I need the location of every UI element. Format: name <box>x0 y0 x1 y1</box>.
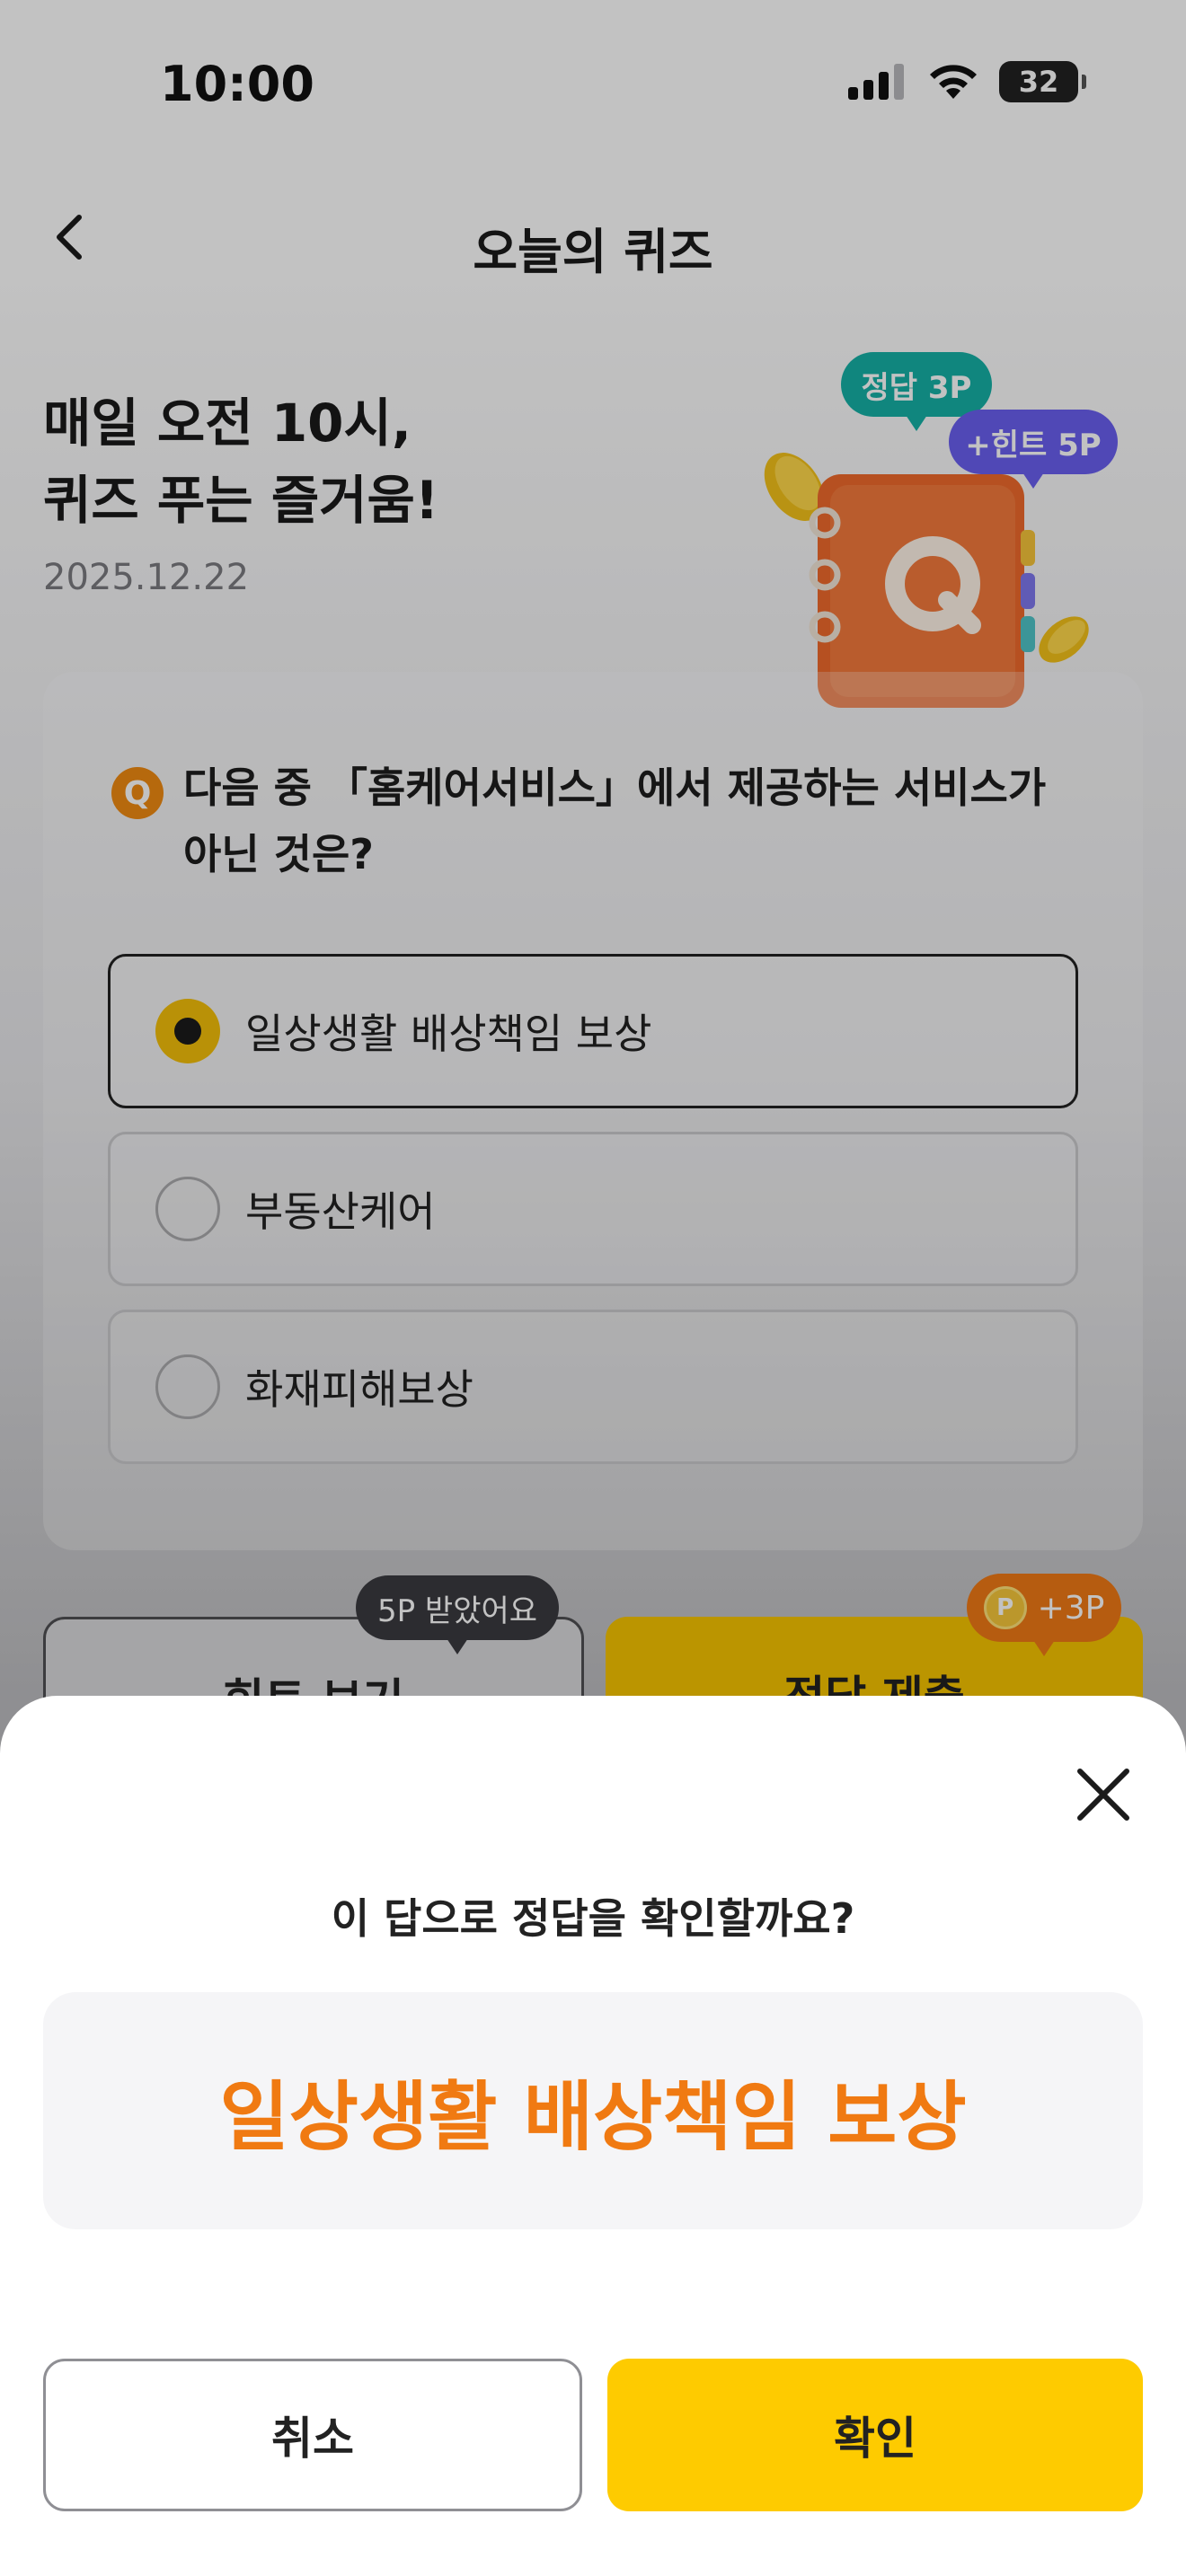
quiz-screen: 10:00 32 오늘의 퀴즈 매일 오전 10시, 퀴즈 푸는 즐거움! 20… <box>0 0 1186 2576</box>
close-icon[interactable] <box>1067 1759 1139 1831</box>
confirm-question: 이 답으로 정답을 확인할까요? <box>331 1894 855 1943</box>
confirm-bottom-sheet: 이 답으로 정답을 확인할까요? 일상생활 배상책임 보상 취소 확인 <box>0 1696 1186 2576</box>
cancel-button[interactable]: 취소 <box>43 2359 582 2511</box>
selected-answer: 일상생활 배상책임 보상 <box>43 1992 1143 2229</box>
confirm-button[interactable]: 확인 <box>607 2359 1143 2511</box>
